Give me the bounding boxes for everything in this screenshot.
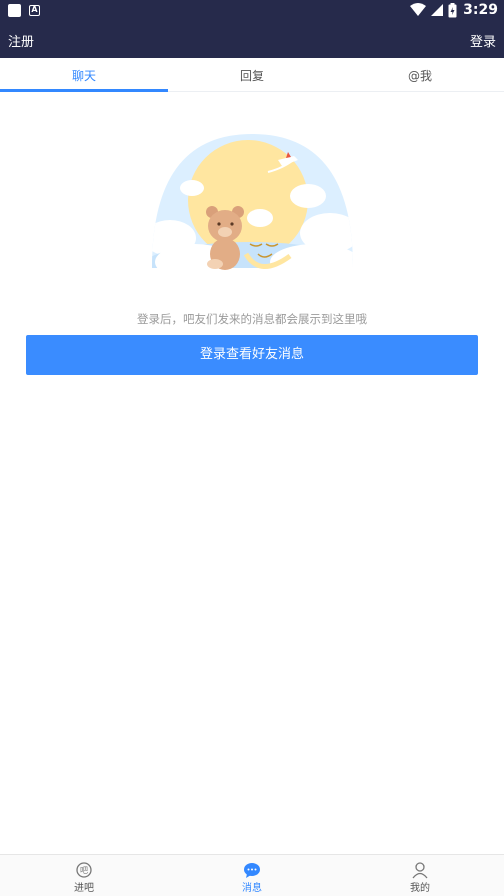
status-time: 3:29 — [463, 2, 498, 18]
bottom-nav: 吧 进吧 消息 我的 — [0, 854, 504, 896]
register-button[interactable]: 注册 — [8, 31, 34, 50]
nav-label-messages: 消息 — [242, 883, 262, 894]
tab-replies[interactable]: 回复 — [168, 58, 336, 91]
tab-chat[interactable]: 聊天 — [0, 58, 168, 92]
signal-icon — [431, 4, 444, 16]
notification-square-icon — [8, 4, 21, 17]
view-friend-messages-button[interactable]: 登录查看好友消息 — [26, 335, 478, 375]
message-icon — [244, 863, 260, 878]
battery-icon — [448, 2, 457, 17]
nav-item-messages[interactable]: 消息 — [168, 855, 336, 896]
nav-label-me: 我的 — [410, 883, 430, 894]
empty-state-hint: 登录后，吧友们发来的消息都会展示到这里哦 — [137, 312, 367, 326]
status-notifications: A — [8, 4, 40, 17]
nav-item-ba[interactable]: 吧 进吧 — [0, 855, 168, 896]
nav-label-ba: 进吧 — [74, 883, 94, 894]
message-tabs: 聊天 回复 @我 — [0, 58, 504, 92]
tab-mentions[interactable]: @我 — [336, 58, 504, 91]
notification-a-icon: A — [29, 5, 40, 16]
person-icon — [412, 862, 428, 879]
wifi-icon — [410, 3, 427, 16]
nav-item-me[interactable]: 我的 — [336, 855, 504, 896]
login-link[interactable]: 登录 — [470, 31, 496, 50]
app-bar: 注册 登录 — [0, 22, 504, 58]
svg-text:吧: 吧 — [80, 866, 88, 875]
status-bar: A 3:29 — [0, 0, 504, 22]
status-indicators: 3:29 — [410, 2, 498, 18]
ba-icon: 吧 — [76, 862, 92, 878]
empty-state-illustration — [152, 134, 353, 270]
